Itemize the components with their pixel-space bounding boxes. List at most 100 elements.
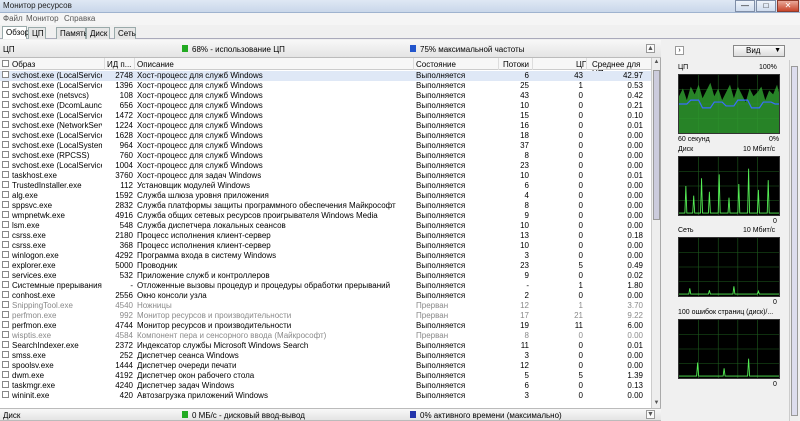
row-checkbox[interactable] (2, 91, 9, 98)
row-checkbox[interactable] (2, 371, 9, 378)
table-row[interactable]: taskhost.exe 3760 Хост-процесс для задач W… (0, 171, 651, 181)
table-row[interactable]: wisptis.exe 4584 Компонент пера и сенсорно… (0, 331, 651, 341)
select-all-checkbox[interactable] (2, 60, 9, 67)
scroll-down-icon[interactable]: ▼ (652, 399, 661, 408)
table-row[interactable]: SearchIndexer.exe 2372 Индексатор службы M… (0, 341, 651, 351)
table-row[interactable]: alg.exe 1592 Служба шлюза уровня приложени… (0, 191, 651, 201)
expand-pane-icon[interactable]: › (675, 46, 684, 55)
process-image: smss.exe (12, 351, 46, 360)
table-row[interactable]: csrss.exe 368 Процесс исполнения клиент-се… (0, 241, 651, 251)
row-checkbox[interactable] (2, 171, 9, 178)
col-pid[interactable]: ИД п... (107, 60, 131, 69)
table-row[interactable]: svchost.exe (RPCSS) 760 Хост-процесс для с… (0, 151, 651, 161)
tab-overview[interactable]: Обзор (2, 26, 29, 39)
table-row[interactable]: dwm.exe 4192 Диспетчер окон рабочего стола… (0, 371, 651, 381)
table-row[interactable]: smss.exe 252 Диспетчер сеанса Windows Выпол… (0, 351, 651, 361)
row-checkbox[interactable] (2, 251, 9, 258)
row-checkbox[interactable] (2, 281, 9, 288)
row-checkbox[interactable] (2, 331, 9, 338)
process-scrollbar[interactable]: ▲ ▼ (651, 58, 660, 408)
table-row[interactable]: perfmon.exe 4744 Монитор ресурсов и произв… (0, 321, 651, 331)
row-checkbox[interactable] (2, 301, 9, 308)
row-checkbox[interactable] (2, 311, 9, 318)
cpu-section-header[interactable]: ЦП 68% - использование ЦП 75% максимальн… (0, 40, 661, 58)
row-checkbox[interactable] (2, 261, 9, 268)
row-checkbox[interactable] (2, 191, 9, 198)
tab-disk[interactable]: Диск (86, 27, 110, 39)
process-threads: 12 (520, 361, 529, 370)
row-checkbox[interactable] (2, 221, 9, 228)
row-checkbox[interactable] (2, 291, 9, 298)
row-checkbox[interactable] (2, 241, 9, 248)
process-cpu-average: 0.00 (627, 211, 643, 220)
menu-help[interactable]: Справка (64, 14, 95, 23)
row-checkbox[interactable] (2, 211, 9, 218)
table-row[interactable]: services.exe 532 Приложение служб и контро… (0, 271, 651, 281)
row-checkbox[interactable] (2, 231, 9, 238)
row-checkbox[interactable] (2, 201, 9, 208)
table-row[interactable]: svchost.exe (LocalServiceAn... 1628 Хост-п… (0, 131, 651, 141)
table-row[interactable]: Системные прерывания - Отложенные вызовы п… (0, 281, 651, 291)
row-checkbox[interactable] (2, 181, 9, 188)
table-row[interactable]: lsm.exe 548 Служба диспетчера локальных се… (0, 221, 651, 231)
table-row[interactable]: wmpnetwk.exe 4916 Служба общих сетевых рес… (0, 211, 651, 221)
table-row[interactable]: svchost.exe (LocalSystemNet... 964 Хост-пр… (0, 141, 651, 151)
row-checkbox[interactable] (2, 121, 9, 128)
row-checkbox[interactable] (2, 161, 9, 168)
table-row[interactable]: conhost.exe 2556 Окно консоли узла Выполняе… (0, 291, 651, 301)
col-image[interactable]: Образ (12, 60, 35, 69)
table-row[interactable]: TrustedInstaller.exe 112 Установщик модуле… (0, 181, 651, 191)
table-row[interactable]: taskmgr.exe 4240 Диспетчер задач Windows Вы… (0, 381, 651, 391)
process-description: Ножницы (137, 301, 172, 310)
table-row[interactable]: SnippingTool.exe 4540 Ножницы Прерван 12 1 3.7… (0, 301, 651, 311)
scroll-up-icon[interactable]: ▲ (652, 58, 661, 67)
row-checkbox[interactable] (2, 101, 9, 108)
col-threads[interactable]: Потоки (503, 60, 529, 69)
graph-pane-scroll-thumb[interactable] (791, 66, 798, 416)
disk-graph-title: Диск (678, 146, 694, 153)
table-row[interactable]: svchost.exe (LocalServiceNo... 1472 Хост-п… (0, 111, 651, 121)
table-row[interactable]: svchost.exe (DcomLaunch) 656 Хост-процесс … (0, 101, 651, 111)
disk-expand-icon[interactable]: ▼ (646, 410, 655, 419)
maximize-button[interactable]: □ (756, 0, 776, 12)
table-row[interactable]: perfmon.exe 992 Монитор ресурсов и произво… (0, 311, 651, 321)
scroll-thumb[interactable] (653, 70, 660, 220)
col-state[interactable]: Состояние (416, 60, 456, 69)
row-checkbox[interactable] (2, 141, 9, 148)
table-row[interactable]: svchost.exe (netsvcs) 108 Хост-процесс для… (0, 91, 651, 101)
table-row[interactable]: winlogon.exe 4292 Программа входа в систем… (0, 251, 651, 261)
minimize-button[interactable]: — (735, 0, 755, 12)
row-checkbox[interactable] (2, 131, 9, 138)
col-description[interactable]: Описание (137, 60, 174, 69)
row-checkbox[interactable] (2, 271, 9, 278)
row-checkbox[interactable] (2, 391, 9, 398)
table-row[interactable]: svchost.exe (LocalServicePee... 2748 Хост-… (0, 71, 651, 81)
tab-network[interactable]: Сеть (114, 27, 136, 39)
table-row[interactable]: svchost.exe (LocalService) 1004 Хост-проце… (0, 161, 651, 171)
cpu-collapse-icon[interactable]: ▲ (646, 44, 655, 53)
menu-monitor[interactable]: Монитор (26, 14, 59, 23)
table-row[interactable]: svchost.exe (LocalServiceNet... 1396 Хост-… (0, 81, 651, 91)
tab-cpu[interactable]: ЦП (28, 27, 46, 39)
table-row[interactable]: spoolsv.exe 1444 Диспетчер очереди печати В… (0, 361, 651, 371)
table-row[interactable]: wininit.exe 420 Автозагрузка приложений Wi… (0, 391, 651, 401)
row-checkbox[interactable] (2, 71, 9, 78)
table-row[interactable]: csrss.exe 2180 Процесс исполнения клиент-с… (0, 231, 651, 241)
disk-section-header[interactable]: Диск 0 МБ/с - дисковый ввод-вывод 0% акт… (0, 408, 661, 421)
tab-memory[interactable]: Память (56, 27, 88, 39)
row-checkbox[interactable] (2, 361, 9, 368)
close-button[interactable]: ✕ (777, 0, 799, 12)
row-checkbox[interactable] (2, 381, 9, 388)
row-checkbox[interactable] (2, 341, 9, 348)
row-checkbox[interactable] (2, 351, 9, 358)
table-row[interactable]: svchost.exe (NetworkService) 1224 Хост-про… (0, 121, 651, 131)
view-button[interactable]: Вид ▼ (733, 45, 785, 57)
menu-file[interactable]: Файл (3, 14, 23, 23)
row-checkbox[interactable] (2, 81, 9, 88)
row-checkbox[interactable] (2, 321, 9, 328)
row-checkbox[interactable] (2, 111, 9, 118)
table-row[interactable]: explorer.exe 5000 Проводник Выполняется 23 5 0… (0, 261, 651, 271)
table-row[interactable]: sppsvc.exe 2832 Служба платформы защиты пр… (0, 201, 651, 211)
row-checkbox[interactable] (2, 151, 9, 158)
graph-pane-scrollbar[interactable] (789, 60, 798, 421)
